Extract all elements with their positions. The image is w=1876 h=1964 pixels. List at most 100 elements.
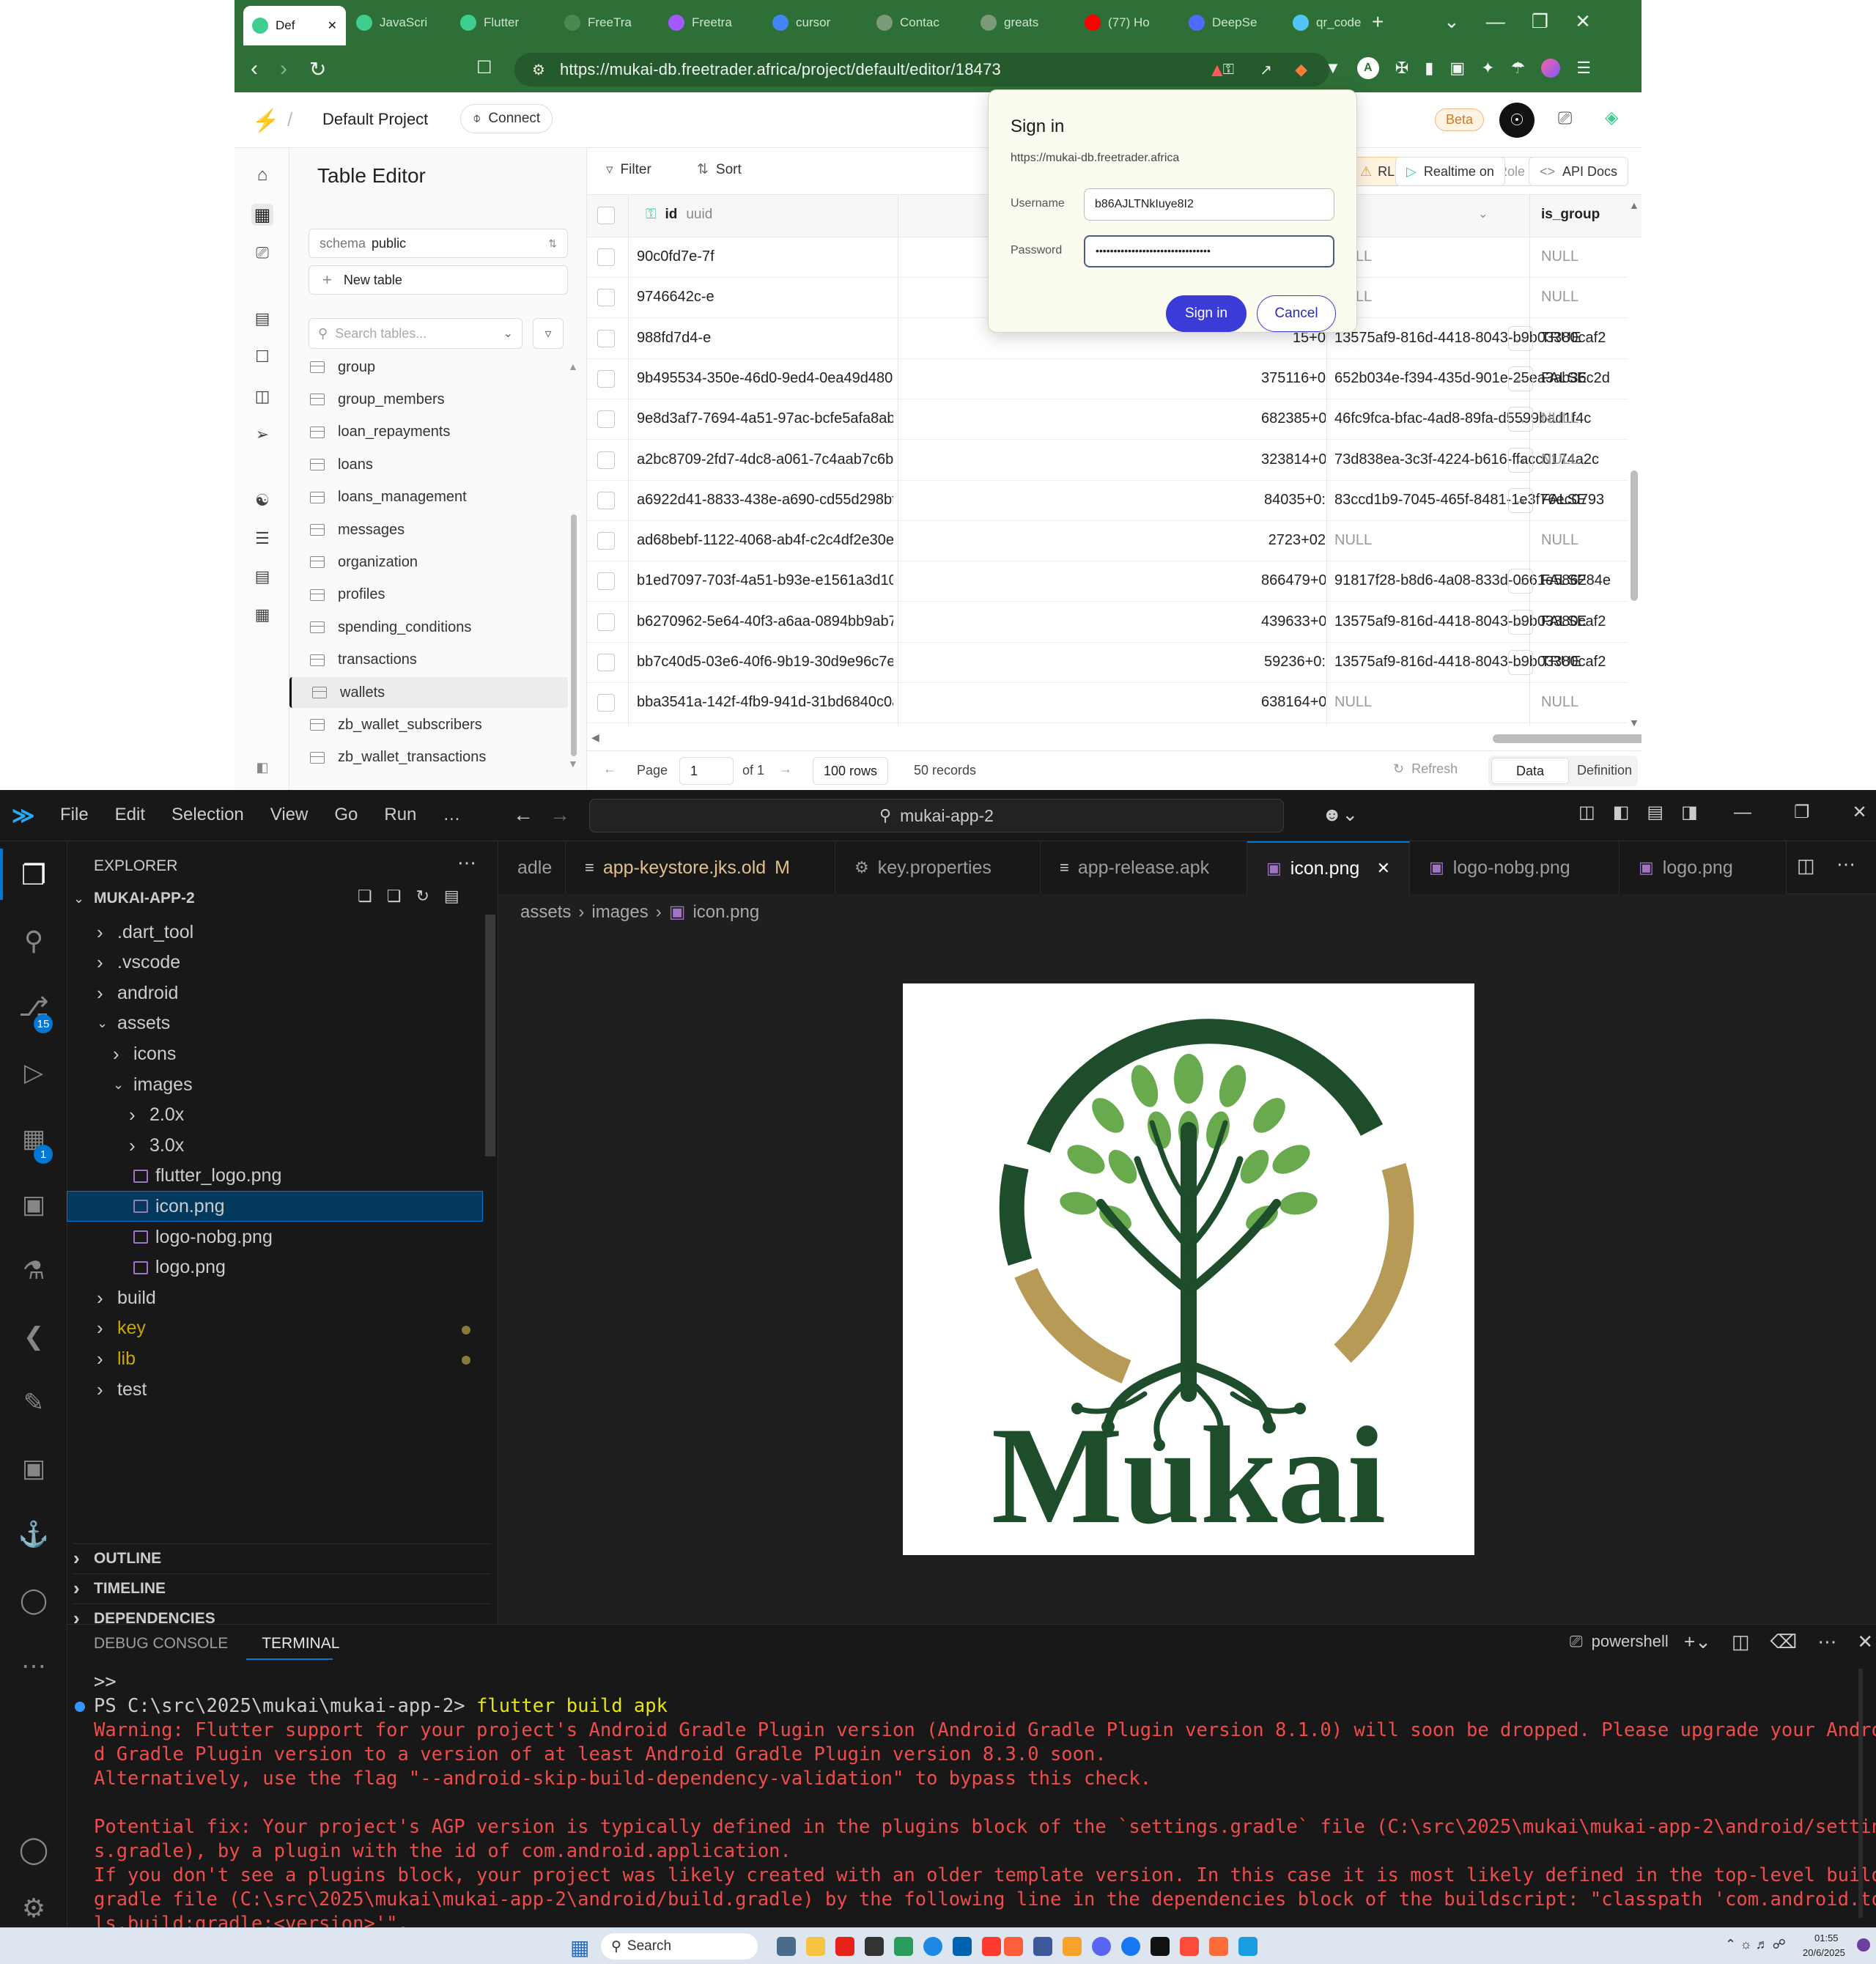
explorer-scrollbar[interactable] xyxy=(485,915,495,1156)
brave-icon[interactable] xyxy=(982,1937,1001,1956)
breadcrumb-item[interactable]: assets xyxy=(520,902,571,923)
url-text[interactable]: https://mukai-db.freetrader.africa/proje… xyxy=(560,60,1001,79)
folder-item[interactable]: › key xyxy=(67,1314,482,1343)
toggle-secondary-sidebar-icon[interactable]: ◨ xyxy=(1681,802,1698,823)
extensions-icon[interactable]: ✠ xyxy=(1395,59,1408,78)
folder-item[interactable]: › android xyxy=(67,978,482,1008)
terminal-scrollbar[interactable] xyxy=(1858,1669,1863,1918)
brave-icon[interactable] xyxy=(1004,1937,1023,1956)
scroll-up-icon[interactable]: ▲ xyxy=(568,361,578,372)
table-list-item[interactable]: group xyxy=(300,352,578,383)
row-checkbox[interactable] xyxy=(597,451,615,469)
file-item[interactable]: icon.png xyxy=(67,1191,483,1222)
row-checkbox[interactable] xyxy=(597,532,615,550)
taskbar-search[interactable]: ⚲ Search xyxy=(601,1933,758,1960)
clock-time[interactable]: 01:55 xyxy=(1814,1932,1839,1943)
folder-item[interactable]: › test xyxy=(67,1375,482,1404)
user-avatar-icon[interactable]: ☉ xyxy=(1499,103,1535,138)
site-info-icon[interactable]: ⚙ xyxy=(532,61,545,79)
cell-is-group[interactable]: FALSE xyxy=(1541,613,1622,630)
logs-icon[interactable]: ☰ xyxy=(251,528,273,550)
grid-horizontal-scrollbar[interactable] xyxy=(1493,734,1642,743)
assistant-icon[interactable]: ◈ xyxy=(1605,107,1618,128)
select-all-checkbox[interactable] xyxy=(597,207,615,224)
foreign-key-arrow-icon[interactable]: → xyxy=(1508,447,1533,473)
folder-item[interactable]: › 3.0x xyxy=(67,1131,482,1160)
new-folder-icon[interactable]: ❏ xyxy=(387,887,402,906)
cell-id[interactable]: a6922d41-8833-438e-a690-cd55d298bf17 xyxy=(637,492,893,509)
browser-tab[interactable]: FreeTra xyxy=(555,7,658,39)
task-view-icon[interactable] xyxy=(777,1937,796,1956)
brave-rewards-icon[interactable]: ▲ xyxy=(1208,59,1227,81)
new-file-icon[interactable]: ❏ xyxy=(358,887,372,906)
table-list-item[interactable]: loans xyxy=(300,449,578,480)
cell-created-at[interactable]: 84035+0: xyxy=(1261,492,1326,509)
username-field[interactable]: b86AJLTNkIuye8I2 xyxy=(1084,188,1334,221)
scroll-down-icon[interactable]: ▼ xyxy=(568,758,578,769)
cell-id[interactable]: bba3541a-142f-4fb9-941d-31bd6840c0a9 xyxy=(637,694,893,711)
accounts-icon[interactable]: ◯ xyxy=(16,1832,51,1867)
command-center[interactable]: ⚲ mukai-app-2 xyxy=(589,799,1284,833)
cell-created-at[interactable]: 375116+0: xyxy=(1261,370,1326,387)
sidebar-icon[interactable]: ▮ xyxy=(1425,59,1433,78)
row-checkbox[interactable] xyxy=(597,410,615,429)
page-input[interactable]: 1 xyxy=(679,757,734,785)
split-editor-icon[interactable]: ◫ xyxy=(1797,854,1815,877)
folder-item[interactable]: ⌄ images xyxy=(67,1070,482,1099)
docker-icon[interactable]: ⚓ xyxy=(16,1517,51,1552)
table-editor-icon[interactable]: ▦ xyxy=(251,204,273,226)
menu-item[interactable]: Selection xyxy=(171,805,244,825)
edit-icon[interactable]: ✎ xyxy=(16,1385,51,1420)
integrations-icon[interactable]: ▦ xyxy=(251,604,273,626)
file-item[interactable]: flutter_logo.png xyxy=(67,1162,482,1191)
scroll-down-icon[interactable]: ▼ xyxy=(1629,717,1639,728)
next-page-icon[interactable]: → xyxy=(779,761,792,777)
table-row[interactable]: a2bc8709-2fd7-4dc8-a061-7c4aab7c6be8 3238… xyxy=(587,440,1628,481)
api-docs-icon[interactable]: ▤ xyxy=(251,566,273,588)
connect-button[interactable]: ⌽ Connect xyxy=(460,104,553,133)
menu-icon[interactable]: ☰ xyxy=(1576,59,1591,78)
row-checkbox[interactable] xyxy=(597,329,615,347)
editor-tab[interactable]: ≡ app-release.apk xyxy=(1041,841,1247,894)
table-list-item[interactable]: messages xyxy=(300,514,578,545)
table-list-item[interactable]: loans_management xyxy=(300,482,578,513)
cell-created-at[interactable]: 682385+0: xyxy=(1261,410,1326,427)
scan-icon[interactable]: ▣ xyxy=(16,1451,51,1486)
browser-tab[interactable]: Flutter xyxy=(451,7,554,39)
table-list-item[interactable]: spending_conditions xyxy=(300,612,578,643)
menu-item[interactable]: Go xyxy=(334,805,358,825)
folder-item[interactable]: › build xyxy=(67,1283,482,1313)
table-row[interactable]: 9b495534-350e-46d0-9ed4-0ea49d48091c 3751… xyxy=(587,359,1628,399)
definition-tab[interactable]: Definition xyxy=(1577,763,1632,778)
notification-icon[interactable] xyxy=(1857,1938,1870,1952)
table-row[interactable]: bb7c40d5-03e6-40f6-9b19-30d9e96c7eb4 5923… xyxy=(587,643,1628,683)
workspace-root[interactable]: ⌄ MUKAI-APP-2 xyxy=(73,884,195,913)
table-row[interactable]: a6922d41-8833-438e-a690-cd55d298bf17 8403… xyxy=(587,481,1628,521)
filter-tables-icon[interactable]: ▿ xyxy=(533,318,564,349)
cell-is-group[interactable]: NULL xyxy=(1541,410,1622,427)
foreign-key-arrow-icon[interactable]: → xyxy=(1508,569,1533,594)
cell-id[interactable]: ad68bebf-1122-4068-ab4f-c2c4df2e30ec xyxy=(637,532,893,549)
sidebar-section-header[interactable]: › OUTLINE xyxy=(73,1543,491,1573)
row-checkbox[interactable] xyxy=(597,694,615,712)
scroll-up-icon[interactable]: ▲ xyxy=(1629,199,1639,211)
app-icon[interactable] xyxy=(1033,1937,1052,1956)
minimize-icon[interactable]: — xyxy=(1486,10,1505,33)
file-explorer-icon[interactable] xyxy=(806,1937,825,1956)
table-list-item[interactable]: zb_wallet_subscribers xyxy=(300,709,578,740)
menu-item[interactable]: Run xyxy=(384,805,416,825)
editor-more-icon[interactable]: ⋯ xyxy=(1836,853,1855,876)
more-icon[interactable]: ⋯ xyxy=(16,1649,51,1684)
breadcrumb-item[interactable]: images xyxy=(591,902,648,923)
trash-icon[interactable]: ⌫ xyxy=(1770,1631,1798,1653)
cancel-button[interactable]: Cancel xyxy=(1257,295,1336,332)
editor-tab[interactable]: ≡ app-keystore.jks.old M xyxy=(566,841,835,894)
scroll-left-icon[interactable]: ◀ xyxy=(591,731,599,744)
app-icon[interactable] xyxy=(1151,1937,1170,1956)
editor-tab[interactable]: ⚙ key.properties xyxy=(835,841,1041,894)
column-is-group-name[interactable]: is_group xyxy=(1541,207,1600,223)
foreign-key-arrow-icon[interactable]: → xyxy=(1508,366,1533,391)
search-tables-input[interactable]: ⚲ Search tables... ⌄ xyxy=(309,318,522,349)
cell-is-group[interactable]: TRUE xyxy=(1541,654,1622,671)
cell-is-group[interactable]: NULL xyxy=(1541,451,1622,468)
